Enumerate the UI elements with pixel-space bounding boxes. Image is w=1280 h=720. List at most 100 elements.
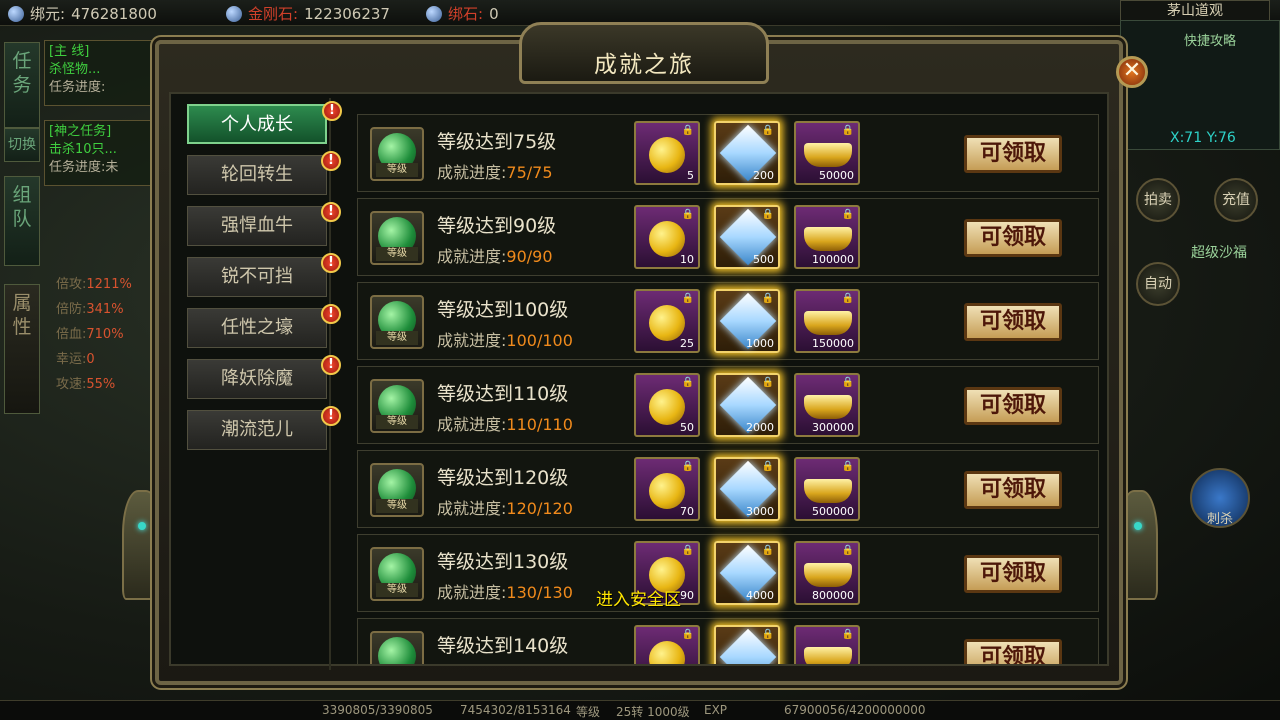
main-quest[interactable]: [主 线] 杀怪物... 任务进度: [44,40,164,106]
reward-slot[interactable]: 🔒 500000 [794,457,860,521]
gold-coin-icon [649,305,685,341]
reward-slot[interactable]: 🔒 5 [634,121,700,185]
claim-button[interactable]: 可领取 [964,555,1062,593]
alert-icon: ! [321,253,341,273]
reward-slot[interactable]: 🔒 1000 [714,289,780,353]
lock-icon: 🔒 [841,125,854,136]
stat-defense: 倍防:341% [56,297,132,322]
category-tab[interactable]: 个人成长! [187,101,342,144]
diamond-stone: 金刚石: 122306237 [226,3,390,24]
progress-label: 成就进度: [437,247,507,266]
gold-ingot-icon [804,143,852,167]
reward-slot[interactable]: 🔒 25 [634,289,700,353]
reward-slot[interactable]: 🔒 800000 [794,541,860,605]
claim-button[interactable]: 可领取 [964,471,1062,509]
category-tab[interactable]: 锐不可挡! [187,253,341,297]
player-coords: X:71 Y:76 [1170,130,1236,146]
reward-slot[interactable]: 🔒 10 [634,205,700,269]
progress-label: 成就进度: [437,415,507,434]
reward-slot[interactable]: 🔒 100000 [794,205,860,269]
reward-slot[interactable]: 🔒 300000 [794,373,860,437]
reward-slot[interactable]: 🔒 4000 [714,541,780,605]
stat-hp-label: 倍血: [56,327,87,342]
reward-slot[interactable]: 🔒 200 [714,121,780,185]
progress-value: 130/130 [506,583,573,602]
close-button[interactable]: ✕ [1116,56,1148,88]
reward-count: 5 [687,169,694,182]
alert-icon: ! [321,304,341,324]
reward-slot[interactable]: 🔒 150000 [794,289,860,353]
reward-slot[interactable]: 🔒 [714,625,780,664]
gold-coin-icon [649,221,685,257]
gold-ingot-icon [804,395,852,419]
gold-ingot-icon [804,227,852,251]
quick-guide[interactable]: 快捷攻略 [1140,30,1280,50]
reward-slot[interactable]: 🔒 3000 [714,457,780,521]
reward-slot[interactable]: 🔒 50000 [794,121,860,185]
reward-slot[interactable]: 🔒 500 [714,205,780,269]
bound-stone: 绑石: 0 [426,3,499,24]
reward-count: 200 [753,169,774,182]
reward-count: 300000 [812,421,854,434]
diamond-stone-icon [226,5,242,22]
map-location: 茅山道观 [1120,0,1270,22]
reward-count: 50000 [819,169,854,182]
achievement-row: 等级 等级达到100级 成就进度:100/100 🔒 25 🔒 1000 🔒 150000 可领取 [357,282,1099,360]
level-badge-tag: 等级 [376,583,418,597]
attribute-tab[interactable]: 属性 [4,284,40,414]
stat-luck-label: 幸运: [56,352,87,367]
level-badge-icon: 等级 [370,547,424,601]
reward-slot[interactable]: 🔒 2000 [714,373,780,437]
switch-tab[interactable]: 切换 [4,128,40,162]
reward-slot[interactable]: 🔒 [794,625,860,664]
reward-slot[interactable]: 🔒 50 [634,373,700,437]
panel-title: 成就之旅 [594,52,694,78]
lock-icon: 🔒 [761,629,774,640]
reward-count: 1000 [746,337,774,350]
lock-icon: 🔒 [761,209,774,220]
reward-count: 3000 [746,505,774,518]
progress-label: 成就进度: [437,499,507,518]
claim-button[interactable]: 可领取 [964,303,1062,341]
recharge-button[interactable]: 充值 [1214,178,1258,222]
god-quest[interactable]: [神之任务] 击杀10只... 任务进度:未 [44,120,164,186]
auction-button[interactable]: 拍卖 [1136,178,1180,222]
diamond-stone-label: 金刚石: [248,5,299,23]
category-tab[interactable]: 轮回转生! [187,151,341,195]
reward-count: 25 [680,337,694,350]
category-label: 潮流范儿 [221,419,293,440]
stat-luck-value: 0 [86,352,95,367]
super-rank-link[interactable]: 超级沙福 [1158,242,1280,262]
bound-yuan-icon [8,5,24,22]
level-readout: 25转 1000级 [616,705,690,719]
claim-button[interactable]: 可领取 [964,219,1062,257]
auto-button[interactable]: 自动 [1136,262,1180,306]
achievement-list[interactable]: 等级 等级达到75级 成就进度:75/75 🔒 5 🔒 200 🔒 50000 可领取 等级 等级达到… [357,114,1099,664]
category-tab[interactable]: 强悍血牛! [187,202,341,246]
category-tab[interactable]: 潮流范儿! [187,406,341,450]
category-tab[interactable]: 降妖除魔! [187,355,341,399]
lock-icon: 🔒 [681,377,694,388]
skill-stab-button[interactable]: 刺杀 [1190,468,1250,528]
progress-label: 成就进度: [437,331,507,350]
category-label: 轮回转生 [221,164,293,185]
level-badge-icon: 等级 [370,631,424,664]
team-tab[interactable]: 组队 [4,176,40,266]
god-quest-progress: 任务进度:未 [49,160,119,175]
reward-slot[interactable]: 🔒 [634,625,700,664]
reward-slot[interactable]: 🔒 70 [634,457,700,521]
category-tab[interactable]: 任性之壕! [187,304,341,348]
progress-value: 120/120 [506,499,573,518]
reward-count: 90 [680,589,694,602]
claim-button[interactable]: 可领取 [964,387,1062,425]
bound-stone-value: 0 [489,4,499,23]
achievement-title: 等级达到100级 [437,299,569,321]
progress-label: 成就进度: [437,583,507,602]
task-tab[interactable]: 任务 [4,42,40,128]
claim-button[interactable]: 可领取 [964,135,1062,173]
lock-icon: 🔒 [841,545,854,556]
claim-button[interactable]: 可领取 [964,639,1062,664]
level-badge-icon: 等级 [370,463,424,517]
category-label: 降妖除魔 [221,368,293,389]
reward-count: 10 [680,253,694,266]
